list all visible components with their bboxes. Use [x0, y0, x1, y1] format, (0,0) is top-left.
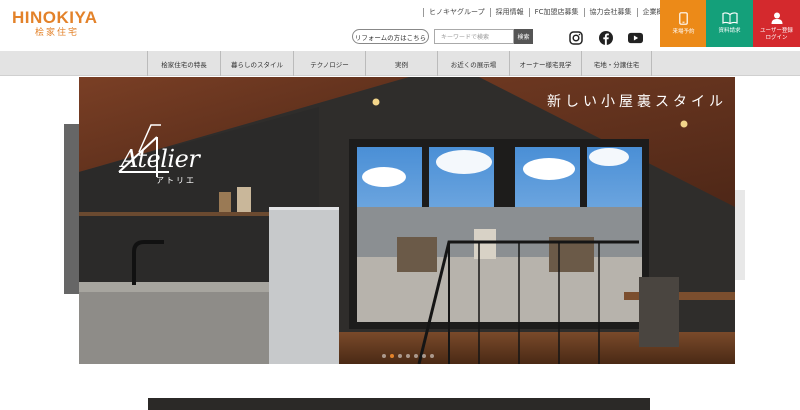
- slider-dot[interactable]: [398, 354, 402, 358]
- next-slide-preview[interactable]: [735, 190, 745, 280]
- nav-item-technology[interactable]: テクノロジー: [293, 51, 365, 76]
- nav-item-lifestyle[interactable]: 暮らしのスタイル: [220, 51, 293, 76]
- nav-item-showrooms[interactable]: お近くの展示場: [437, 51, 509, 76]
- social-links: [568, 30, 643, 45]
- hero-brand-title: Atelier: [121, 145, 200, 173]
- search-row: リフォームの方はこちら キーワードで検索 検索: [352, 29, 533, 44]
- site-header: HINOKIYA 桧家住宅 ヒノキヤグループ 採用情報 FC加盟店募集 協力会社…: [0, 0, 800, 51]
- request-brochure-button[interactable]: 資料請求: [706, 0, 753, 47]
- hero-tagline: 新しい小屋裏スタイル: [547, 94, 727, 110]
- site-logo[interactable]: HINOKIYA 桧家住宅: [12, 8, 98, 39]
- book-icon: [721, 12, 738, 24]
- slider-dot[interactable]: [406, 354, 410, 358]
- youtube-icon[interactable]: [628, 30, 643, 45]
- search-button[interactable]: 検索: [514, 29, 533, 44]
- top-links: ヒノキヤグループ 採用情報 FC加盟店募集 協力会社募集 企業概要: [423, 8, 677, 17]
- slider-dot-active[interactable]: [390, 354, 394, 358]
- slider-dot[interactable]: [430, 354, 434, 358]
- top-link-fc[interactable]: FC加盟店募集: [528, 8, 584, 17]
- slider-dot[interactable]: [414, 354, 418, 358]
- cta-label: 来場予約: [672, 29, 695, 35]
- hero-image: [79, 77, 735, 364]
- visit-reservation-button[interactable]: 来場予約: [660, 0, 707, 47]
- hero-slider[interactable]: 新しい小屋裏スタイル Atelier アトリエ: [79, 77, 735, 364]
- search-input[interactable]: キーワードで検索: [434, 29, 514, 44]
- nav-item-examples[interactable]: 実例: [365, 51, 437, 76]
- phone-icon: [679, 12, 688, 25]
- reform-button[interactable]: リフォームの方はこちら: [352, 29, 429, 44]
- previous-slide-preview[interactable]: [64, 124, 79, 294]
- user-icon: [771, 12, 782, 24]
- user-login-button[interactable]: ユーザー登録 ログイン: [753, 0, 800, 47]
- slider-dot[interactable]: [382, 354, 386, 358]
- slider-dots: [382, 354, 434, 358]
- nav-item-land[interactable]: 宅地・分譲住宅: [581, 51, 652, 76]
- slider-dot[interactable]: [422, 354, 426, 358]
- top-link-group[interactable]: ヒノキヤグループ: [423, 8, 490, 17]
- global-nav: 桧家住宅の特長 暮らしのスタイル テクノロジー 実例 お近くの展示場 オーナー様…: [0, 51, 800, 76]
- nav-item-owner-tour[interactable]: オーナー様宅見学: [509, 51, 581, 76]
- nav-item-features[interactable]: 桧家住宅の特長: [147, 51, 220, 76]
- instagram-icon[interactable]: [568, 30, 583, 45]
- cta-label: ユーザー登録 ログイン: [760, 28, 793, 41]
- logo-wordmark: HINOKIYA: [12, 8, 98, 27]
- top-link-partner[interactable]: 協力会社募集: [583, 8, 637, 17]
- logo-subtitle: 桧家住宅: [35, 28, 80, 38]
- facebook-icon[interactable]: [598, 30, 613, 45]
- cta-label: 資料請求: [718, 28, 741, 34]
- content-image-preview: [148, 398, 650, 410]
- top-link-recruit[interactable]: 採用情報: [489, 8, 529, 17]
- hero-brand-subtitle: アトリエ: [156, 176, 196, 185]
